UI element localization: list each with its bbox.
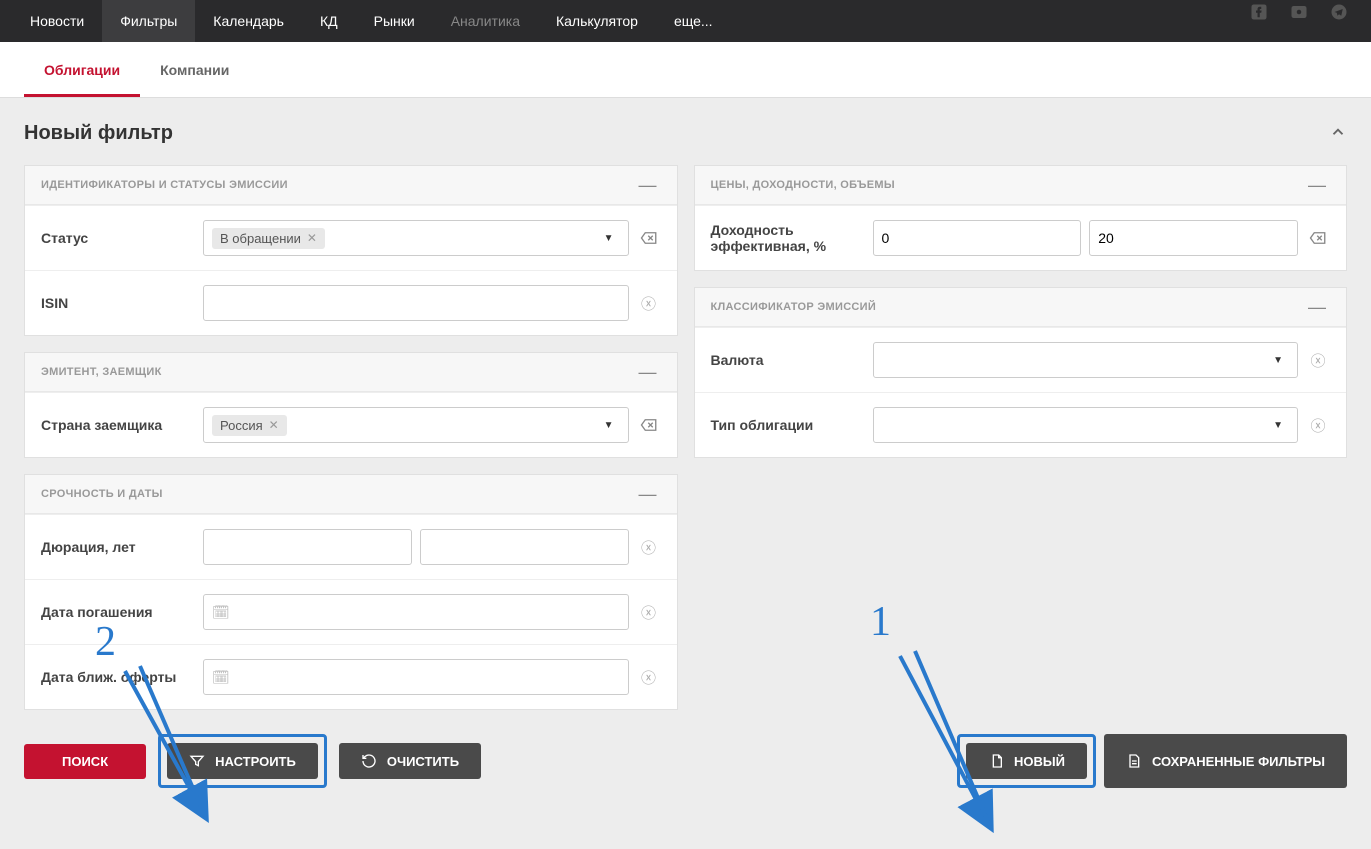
duration-to-input[interactable] [420,529,629,565]
configure-button[interactable]: НАСТРОИТЬ [167,743,318,779]
panel-classifier-title: КЛАССИФИКАТОР ЭМИССИЙ [711,301,877,313]
tab-companies[interactable]: Компании [140,42,249,97]
maturity-clear-icon[interactable]: ⓧ [637,600,661,624]
saved-filters-button[interactable]: СОХРАНЕННЫЕ ФИЛЬТРЫ [1104,734,1347,788]
maturity-label: Дата погашения [41,604,191,620]
yield-clear-icon[interactable] [1306,226,1330,250]
panel-dates-title: СРОЧНОСТЬ И ДАТЫ [41,488,163,500]
isin-input-field[interactable] [212,295,620,311]
tab-bonds[interactable]: Облигации [24,42,140,97]
panel-identifiers-collapse-icon[interactable]: — [635,176,661,194]
panel-classifier: КЛАССИФИКАТОР ЭМИССИЙ — Валюта ▼ ⓧ Тип о… [694,287,1348,458]
panel-identifiers: ИДЕНТИФИКАТОРЫ И СТАТУСЫ ЭМИССИИ — Стату… [24,165,678,336]
annotation-highlight-2: НАСТРОИТЬ [158,734,327,788]
duration-from-input[interactable] [203,529,412,565]
country-label: Страна заемщика [41,417,191,433]
duration-clear-icon[interactable]: ⓧ [637,535,661,559]
yield-to-input[interactable] [1089,220,1298,256]
new-button-label: НОВЫЙ [1014,754,1065,769]
status-chip-label: В обращении [220,231,301,246]
nav-kd[interactable]: КД [302,0,356,42]
top-nav: Новости Фильтры Календарь КД Рынки Анали… [0,0,1371,42]
nav-calculator[interactable]: Калькулятор [538,0,656,42]
bond-type-select[interactable]: ▼ [873,407,1299,443]
offer-clear-icon[interactable]: ⓧ [637,665,661,689]
facebook-icon[interactable] [1247,0,1271,24]
yield-from-input[interactable] [873,220,1082,256]
collapse-page-icon[interactable] [1329,123,1347,144]
status-chip-remove-icon[interactable]: ✕ [307,231,317,245]
country-select[interactable]: Россия ✕ ▼ [203,407,629,443]
footer-bar: ПОИСК НАСТРОИТЬ ОЧИСТИТЬ НОВЫЙ СОХРАНЕНН… [24,710,1347,796]
country-chip-label: Россия [220,418,263,433]
nav-calendar[interactable]: Календарь [195,0,302,42]
status-label: Статус [41,230,191,246]
annotation-highlight-1: НОВЫЙ [957,734,1096,788]
chevron-down-icon: ▼ [598,233,620,244]
chevron-down-icon: ▼ [598,420,620,431]
status-select[interactable]: В обращении ✕ ▼ [203,220,629,256]
panel-dates-collapse-icon[interactable]: — [635,485,661,503]
search-button[interactable]: ПОИСК [24,744,146,779]
panel-issuer-title: ЭМИТЕНТ, ЗАЕМЩИК [41,366,162,378]
bond-type-label: Тип облигации [711,417,861,433]
country-clear-icon[interactable] [637,413,661,437]
status-clear-icon[interactable] [637,226,661,250]
nav-analytics[interactable]: Аналитика [433,0,538,42]
bond-type-clear-icon[interactable]: ⓧ [1306,413,1330,437]
reset-icon [361,753,377,769]
country-chip-remove-icon[interactable]: ✕ [269,418,279,432]
saved-filters-button-label: СОХРАНЕННЫЕ ФИЛЬТРЫ [1152,754,1325,769]
nav-filters[interactable]: Фильтры [102,0,195,42]
filter-icon [189,753,205,769]
currency-select[interactable]: ▼ [873,342,1299,378]
video-icon[interactable] [1287,0,1311,24]
right-column: ЦЕНЫ, ДОХОДНОСТИ, ОБЪЕМЫ — Доходность эф… [694,165,1348,710]
isin-clear-icon[interactable]: ⓧ [637,291,661,315]
nav-markets[interactable]: Рынки [356,0,433,42]
configure-button-label: НАСТРОИТЬ [215,754,296,769]
chevron-down-icon: ▼ [1267,420,1289,431]
isin-input[interactable] [203,285,629,321]
status-chip[interactable]: В обращении ✕ [212,228,325,249]
clear-button[interactable]: ОЧИСТИТЬ [339,743,481,779]
panel-dates: СРОЧНОСТЬ И ДАТЫ — Дюрация, лет ⓧ Дата п… [24,474,678,710]
panel-identifiers-title: ИДЕНТИФИКАТОРЫ И СТАТУСЫ ЭМИССИИ [41,179,288,191]
new-button[interactable]: НОВЫЙ [966,743,1087,779]
duration-label: Дюрация, лет [41,539,191,555]
calendar-icon: 🗓 [212,669,230,686]
chevron-down-icon: ▼ [1267,355,1289,366]
saved-icon [1126,753,1142,769]
panel-issuer-collapse-icon[interactable]: — [635,363,661,381]
sub-nav: Облигации Компании [0,42,1371,98]
nav-news[interactable]: Новости [12,0,102,42]
panel-classifier-collapse-icon[interactable]: — [1304,298,1330,316]
country-chip[interactable]: Россия ✕ [212,415,287,436]
calendar-icon: 🗓 [212,604,230,621]
telegram-icon[interactable] [1327,0,1351,24]
panel-prices-collapse-icon[interactable]: — [1304,176,1330,194]
left-column: ИДЕНТИФИКАТОРЫ И СТАТУСЫ ЭМИССИИ — Стату… [24,165,678,710]
yield-label: Доходность эффективная, % [711,222,861,254]
isin-label: ISIN [41,295,191,311]
panel-prices: ЦЕНЫ, ДОХОДНОСТИ, ОБЪЕМЫ — Доходность эф… [694,165,1348,271]
maturity-input[interactable]: 🗓 [203,594,629,630]
currency-label: Валюта [711,352,861,368]
offer-label: Дата ближ. оферты [41,669,191,685]
document-icon [988,753,1004,769]
clear-button-label: ОЧИСТИТЬ [387,754,459,769]
panel-prices-title: ЦЕНЫ, ДОХОДНОСТИ, ОБЪЕМЫ [711,179,895,191]
currency-clear-icon[interactable]: ⓧ [1306,348,1330,372]
nav-more[interactable]: еще... [656,0,731,42]
panel-issuer: ЭМИТЕНТ, ЗАЕМЩИК — Страна заемщика Росси… [24,352,678,458]
offer-input[interactable]: 🗓 [203,659,629,695]
page-title: Новый фильтр [24,122,173,145]
